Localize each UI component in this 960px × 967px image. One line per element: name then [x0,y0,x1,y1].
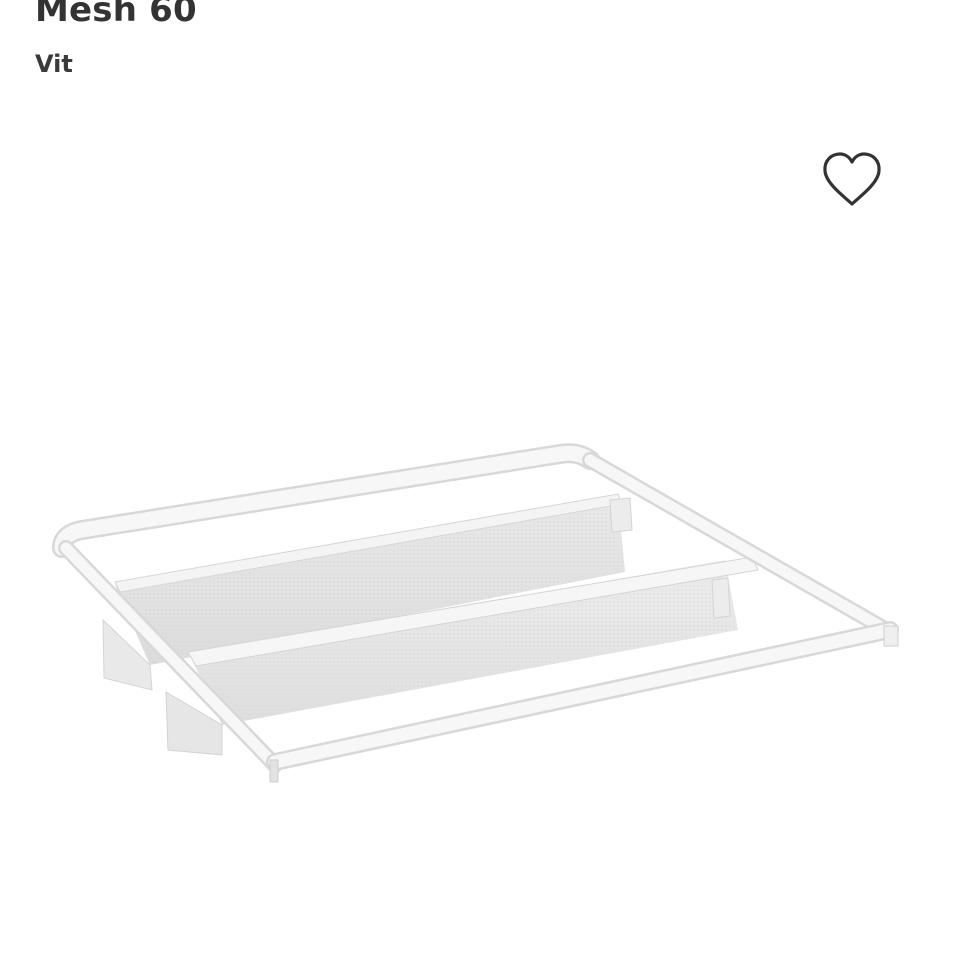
product-image[interactable] [0,420,960,820]
product-color-variant: Vit [35,50,73,78]
product-title: Mesh 60 [35,0,197,30]
favorite-button[interactable] [818,146,886,212]
heart-icon [818,146,886,212]
